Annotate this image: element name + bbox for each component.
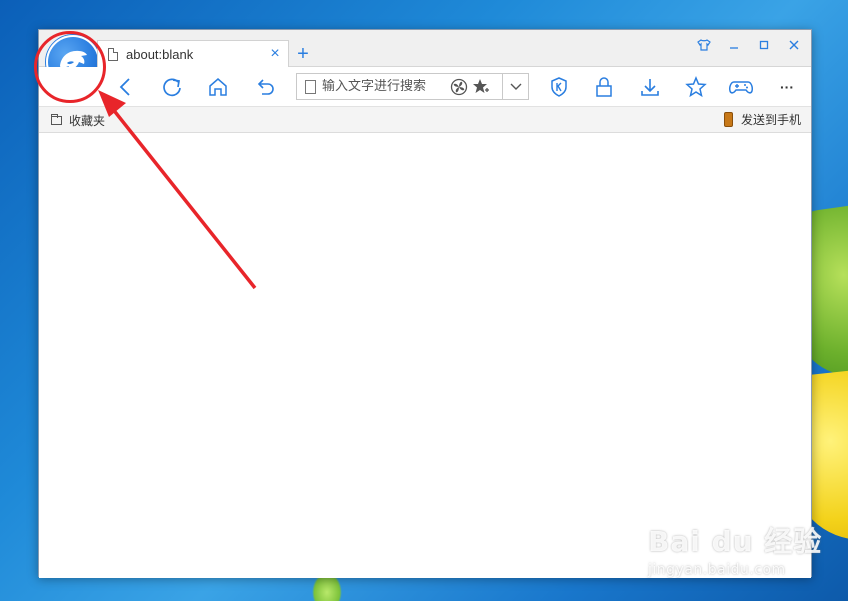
search-input[interactable] [322,79,448,94]
title-bar: about:blank × + [39,30,811,89]
favorites-button[interactable] [682,73,710,101]
game-button[interactable] [727,73,755,101]
back-button[interactable] [112,73,140,101]
chevron-down-icon [510,83,521,90]
maximize-button[interactable] [749,32,779,58]
close-window-button[interactable] [779,32,809,58]
shirt-icon [697,39,711,51]
annotation-circle [34,31,106,103]
refresh-button[interactable] [158,73,186,101]
tab-about-blank[interactable]: about:blank × [97,40,289,67]
undo-close-button[interactable] [251,73,279,101]
star-plus-icon [473,78,489,93]
shield-k-icon [551,77,567,97]
close-icon [789,40,799,50]
download-icon [641,79,659,96]
favorites-bar: 收藏夹 发送到手机 [39,107,811,133]
download-button[interactable] [636,73,664,101]
phone-icon [723,112,733,127]
back-arrow-icon [119,78,130,96]
page-content[interactable] [39,133,811,578]
window-controls [689,32,809,58]
accelerate-button[interactable] [448,76,470,98]
send-to-phone-button[interactable]: 发送到手机 [723,111,801,128]
bookmark-add-button[interactable] [470,76,492,98]
security-k-button[interactable] [545,73,573,101]
minimize-button[interactable] [719,32,749,58]
favorites-folder-button[interactable]: 收藏夹 [51,112,105,129]
watermark-url: jingyan.baidu.com [648,562,786,578]
tab-close-icon[interactable]: × [266,45,284,63]
minimize-icon [730,47,738,49]
address-bar [296,73,529,100]
star-icon [685,76,707,98]
new-tab-button[interactable]: + [293,44,313,64]
skin-button[interactable] [689,32,719,58]
page-icon [305,79,316,94]
favorites-label: 收藏夹 [69,114,106,128]
watermark: Bai du 经验 jingyan.baidu.com [648,520,822,578]
send-to-phone-label: 发送到手机 [740,113,801,127]
home-icon [209,78,227,96]
watermark-brand: Bai du 经验 [648,525,823,558]
home-button[interactable] [204,73,232,101]
lock-icon [596,77,612,97]
page-icon [108,47,118,61]
more-menu-button[interactable]: ··· [773,73,801,101]
navigation-toolbar: ··· [39,67,811,107]
tab-title: about:blank [126,46,194,62]
folder-icon [51,114,62,125]
refresh-icon [163,78,181,97]
privacy-lock-button[interactable] [590,73,618,101]
maximize-icon [759,40,769,50]
address-dropdown-button[interactable] [502,74,528,99]
browser-window: about:blank × + 输入文字进行搜索 ··· 收藏夹 发送到手机 [38,29,812,578]
fan-icon [450,78,468,95]
gamepad-icon [729,81,753,94]
undo-icon [257,79,274,95]
